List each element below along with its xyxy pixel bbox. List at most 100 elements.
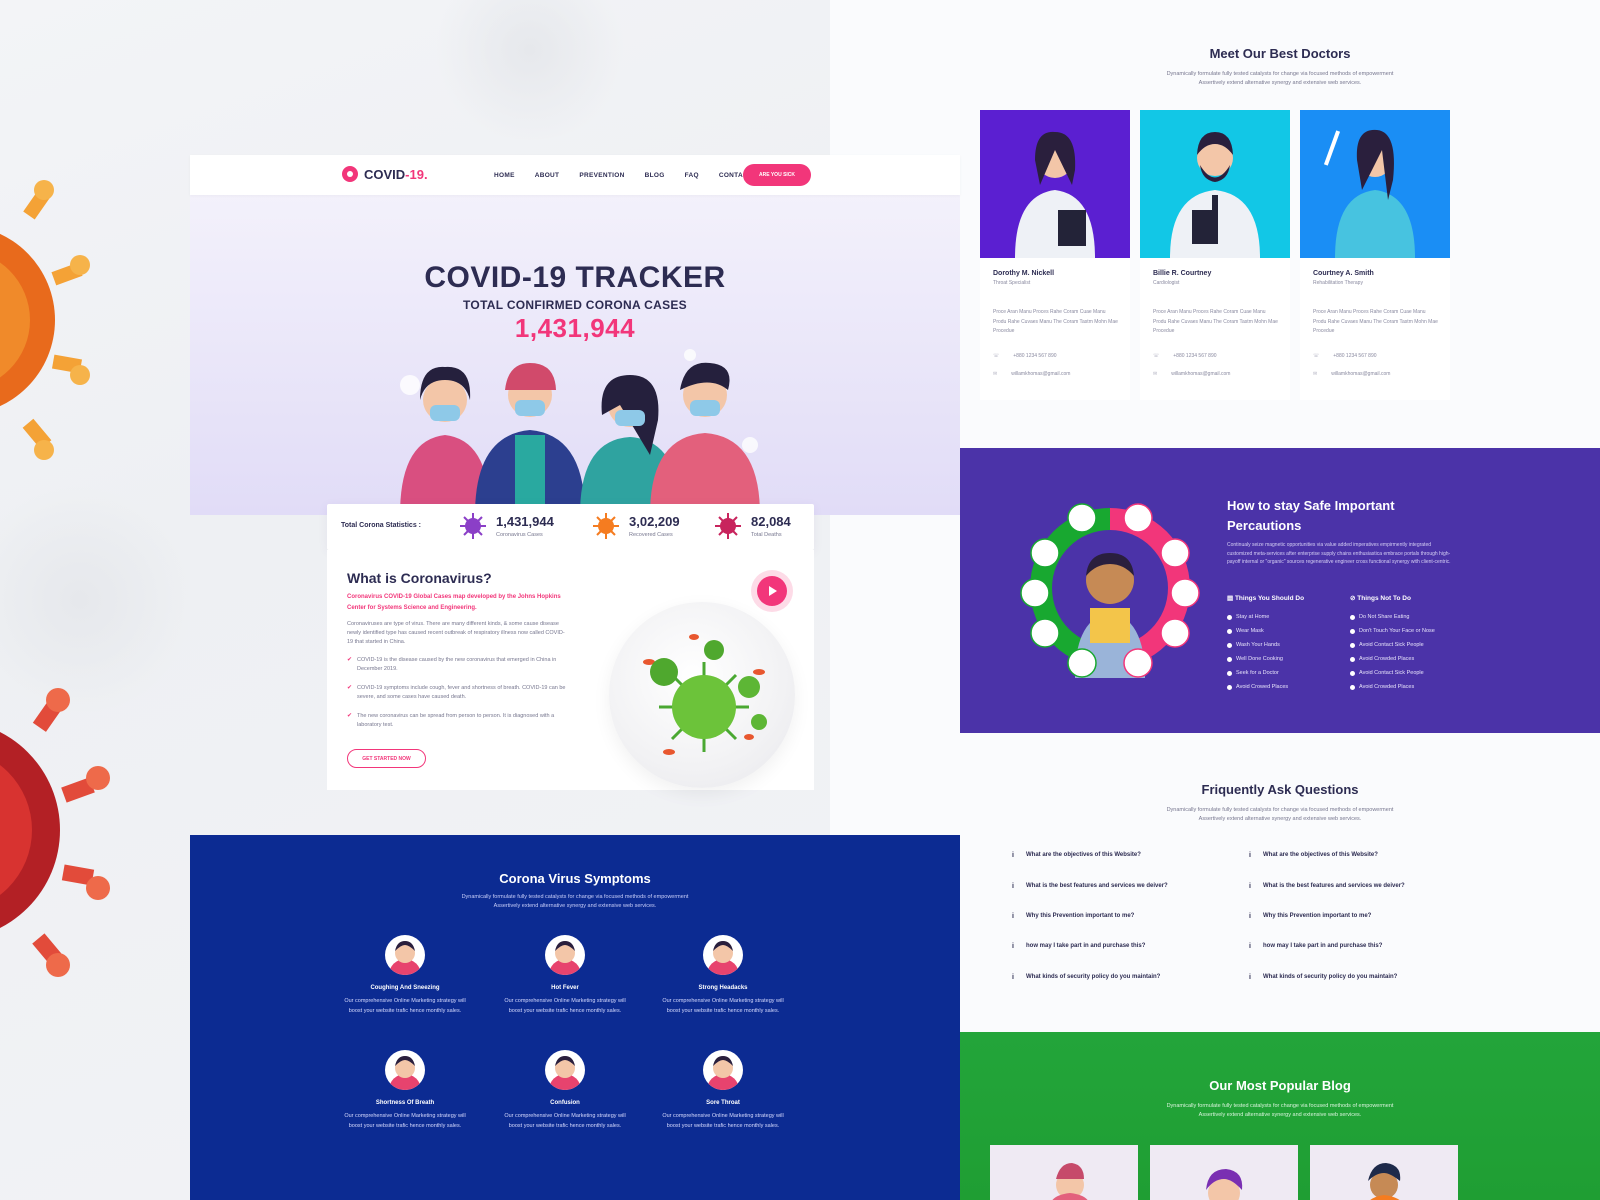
doctor-role: Rehabilitation Therapy [1313,280,1363,286]
virus-sphere-illustration [609,602,795,788]
faq-question[interactable]: What is the best features and services w… [1012,883,1168,890]
doctors-subtitle-line2: Assertively extend alternative synergy a… [1198,80,1362,86]
faq-question[interactable]: What is the best features and services w… [1249,883,1405,890]
doctor-email[interactable]: willamkhomas@gmail.com [1011,371,1070,377]
hero-case-count: 1,431,944 [514,313,636,343]
doctor-card[interactable]: Dorothy M. Nickell Throat Specialist Pro… [980,110,1130,400]
left-page-column: COVID-19 TRACKER TOTAL CONFIRMED CORONA … [190,155,960,1200]
doctor-phone-row: ☏ +880 1234 567 890 [1313,353,1377,359]
doctor-phone-row: ☏ +880 1234 567 890 [1153,353,1217,359]
virus-crimson-icon [715,513,741,539]
blog-title: Our Most Popular Blog [1209,1078,1351,1093]
faq-question[interactable]: Why this Prevention important to me? [1249,913,1371,920]
stat-cases-label: Coronavirus Cases [496,531,543,538]
doctor-email-row: ✉ willamkhomas@gmail.com [1313,371,1390,377]
virus-illustration-top-left [0,180,90,460]
symptom-description: Our comprehensive Online Marketing strat… [504,998,626,1014]
nav-home[interactable]: HOME [494,172,515,179]
faq-title: Friquently Ask Questions [1201,782,1359,797]
symptom-card: Hot Fever Our comprehensive Online Marke… [500,935,630,1016]
nav-prevention[interactable]: PREVENTION [579,172,624,179]
blog-card[interactable] [1150,1145,1298,1200]
symptom-description: Our comprehensive Online Marketing strat… [662,998,784,1014]
doctor-card[interactable]: Courtney A. Smith Rehabilitation Therapy… [1300,110,1450,400]
stat-deaths-label: Total Deaths [751,531,782,538]
whatis-title: What is Coronavirus? [347,570,492,586]
doctor-role: Throat Specialist [993,280,1031,286]
should-do-item: Wear Mask [1227,628,1264,634]
should-do-item: Well Done Cooking [1227,656,1283,662]
sick-face-icon [385,935,425,975]
symptom-name: Hot Fever [551,985,579,991]
right-page-column: Meet Our Best Doctors Dynamically formul… [960,0,1600,1200]
blog-card[interactable] [990,1145,1138,1200]
nav-faq[interactable]: FAQ [685,172,699,179]
symptom-card: Confusion Our comprehensive Online Marke… [500,1050,630,1131]
faq-question[interactable]: What kinds of security policy do you mai… [1249,974,1397,981]
doctor-card[interactable]: Billie R. Courtney Cardiologist Proce Ar… [1140,110,1290,400]
blog-thumbnail [1052,1163,1088,1200]
blog-card[interactable] [1310,1145,1458,1200]
symptom-name: Strong Headacks [698,985,748,991]
virus-purple-icon [460,513,486,539]
not-do-item: Avoid Crowded Places [1350,684,1414,690]
doctor-bio: Proce Aran Manu Proces Rahe Coram Cuae M… [1153,309,1278,334]
whatis-check-item: COVID-19 is the disease caused by the ne… [347,656,569,674]
symptom-description: Our comprehensive Online Marketing strat… [662,1113,784,1129]
safety-description: Continualy seize magnetic opportunities … [1227,542,1451,565]
faq-question[interactable]: What kinds of security policy do you mai… [1012,974,1160,981]
should-do-item: Avoid Crowed Places [1227,684,1288,690]
symptom-name: Confusion [550,1100,580,1106]
blog-subtitle-line2: Assertively extend alternative synergy a… [1198,1112,1362,1118]
statistics-label: Total Corona Statistics : [341,522,421,529]
faq-question[interactable]: how may I take part in and purchase this… [1249,943,1382,950]
not-do-title: Things Not To Do [1357,595,1411,602]
nav-blog[interactable]: BLOG [645,172,665,179]
faq-question[interactable]: how may I take part in and purchase this… [1012,943,1145,950]
email-icon: ✉ [1313,371,1318,377]
doctor-photo [1140,110,1290,258]
play-video-button[interactable] [751,570,793,612]
blog-subtitle-line1: Dynamically formulate fully tested catal… [1166,1103,1394,1109]
faq-question[interactable]: Why this Prevention important to me? [1012,913,1134,920]
symptom-card: Coughing And Sneezing Our comprehensive … [340,935,470,1016]
should-do-item: Seek for a Doctor [1227,670,1279,676]
doctor-email[interactable]: willamkhomas@gmail.com [1331,371,1390,377]
faq-question[interactable]: What are the objectives of this Website? [1249,852,1378,859]
virus-orange-icon [593,513,619,539]
doctor-email-row: ✉ willamkhomas@gmail.com [993,371,1070,377]
nav-about[interactable]: ABOUT [535,172,560,179]
logo[interactable]: COVID-19. [342,166,428,182]
stat-deaths-value: 82,084 [751,513,791,529]
sick-face-icon [545,935,585,975]
doctor-phone: +880 1234 567 890 [1173,353,1217,359]
sick-face-icon [703,1050,743,1090]
email-icon: ✉ [993,371,998,377]
symptom-card: Strong Headacks Our comprehensive Online… [658,935,788,1016]
doctor-phone-row: ☏ +880 1234 567 890 [993,353,1057,359]
phone-icon: ☏ [1153,353,1160,359]
top-navigation: COVID-19. HOME ABOUT PREVENTION BLOG FAQ… [190,155,960,195]
safety-title: How to stay Safe Important Percautions [1227,498,1395,533]
not-do-item: Do Not Share Eating [1350,614,1409,620]
get-started-button[interactable]: GET STARTED NOW [347,749,426,768]
what-is-coronavirus-section: What is Coronavirus? Coronavirus COVID-1… [327,550,814,790]
faq-question[interactable]: What are the objectives of this Website? [1012,852,1141,859]
stat-recovered-value: 3,02,209 [629,513,680,529]
symptom-description: Our comprehensive Online Marketing strat… [344,998,466,1014]
not-do-item: Don't Touch Your Face or Nose [1350,628,1435,634]
stat-cases-value: 1,431,944 [496,513,554,529]
not-do-heading: ⊘ Things Not To Do [1350,594,1411,602]
doctors-title: Meet Our Best Doctors [1209,46,1351,61]
whatis-check-item: COVID-19 symptoms include cough, fever a… [347,684,569,702]
symptom-name: Coughing And Sneezing [370,985,440,991]
stat-deaths: 82,084 Total Deaths [714,512,791,540]
doctor-bio: Proce Aran Manu Proces Rahe Coram Cuae M… [993,309,1118,334]
are-you-sick-button[interactable]: ARE YOU SICK [743,164,811,186]
doctor-phone: +880 1234 567 890 [1013,353,1057,359]
doctor-bio: Proce Aran Manu Proces Rahe Coram Cuae M… [1313,309,1438,334]
doctor-email[interactable]: willamkhomas@gmail.com [1171,371,1230,377]
corona-statistics-bar: Total Corona Statistics : 1,431,944 Coron… [327,504,814,550]
sick-face-icon [545,1050,585,1090]
symptom-card: Sore Throat Our comprehensive Online Mar… [658,1050,788,1131]
